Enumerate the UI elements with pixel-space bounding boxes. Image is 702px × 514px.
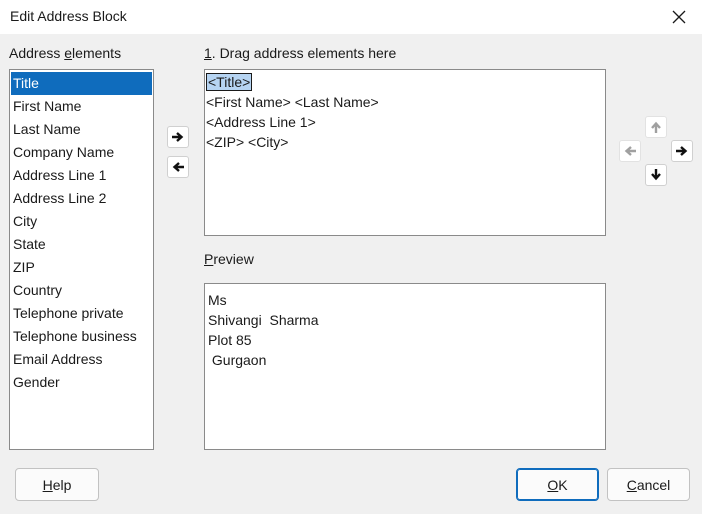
preview-label: Preview xyxy=(204,251,254,267)
preview-line-1: Ms xyxy=(208,292,227,308)
ok-button[interactable]: OK xyxy=(516,468,599,501)
arrow-right-icon xyxy=(172,132,184,142)
help-button[interactable]: Help xyxy=(15,468,99,501)
move-right-button[interactable] xyxy=(671,140,693,162)
ok-button-rest: K xyxy=(558,476,568,493)
address-line-3[interactable]: <Address Line 1> xyxy=(206,112,604,132)
preview-line-2: Shivangi Sharma xyxy=(208,312,319,328)
address-line-4[interactable]: <ZIP> <City> xyxy=(206,132,604,152)
arrow-down-icon xyxy=(651,169,661,181)
list-item-company-name[interactable]: Company Name xyxy=(11,141,152,164)
list-item-telephone-business[interactable]: Telephone business xyxy=(11,325,152,348)
move-up-button[interactable] xyxy=(645,116,667,138)
ok-button-accel: O xyxy=(547,476,559,493)
list-item-address-line-2[interactable]: Address Line 2 xyxy=(11,187,152,210)
close-button[interactable] xyxy=(656,0,702,34)
list-item-gender[interactable]: Gender xyxy=(11,371,152,394)
cancel-button[interactable]: Cancel xyxy=(607,468,690,501)
list-item-address-line-1[interactable]: Address Line 1 xyxy=(11,164,152,187)
close-icon xyxy=(672,10,686,24)
address-line-1: <Title> xyxy=(206,72,604,92)
window-title: Edit Address Block xyxy=(10,8,127,24)
list-item-zip[interactable]: ZIP xyxy=(11,256,152,279)
drag-area-label-accel: 1 xyxy=(204,45,212,61)
help-button-accel: H xyxy=(42,476,53,493)
cancel-button-rest: ancel xyxy=(636,476,671,493)
arrow-left-icon xyxy=(172,162,184,172)
move-left-button[interactable] xyxy=(619,140,641,162)
title-bar: Edit Address Block xyxy=(0,0,702,34)
list-item-country[interactable]: Country xyxy=(11,279,152,302)
preview-box: Ms Shivangi Sharma Plot 85 Gurgaon xyxy=(204,283,606,450)
address-elements-label-accel: e xyxy=(64,45,73,61)
list-item-title[interactable]: Title xyxy=(11,72,152,95)
arrow-left-icon xyxy=(624,146,636,156)
address-elements-list[interactable]: Title First Name Last Name Company Name … xyxy=(9,69,154,450)
preview-label-rest: review xyxy=(213,251,254,267)
list-item-first-name[interactable]: First Name xyxy=(11,95,152,118)
list-item-state[interactable]: State xyxy=(11,233,152,256)
address-line-2[interactable]: <First Name> <Last Name> xyxy=(206,92,604,112)
arrow-up-icon xyxy=(651,121,661,133)
remove-element-button[interactable] xyxy=(167,156,189,178)
address-elements-label: Address elements xyxy=(9,45,121,61)
arrow-right-icon xyxy=(676,146,688,156)
title-token[interactable]: <Title> xyxy=(206,73,253,91)
address-elements-label-prefix: Address xyxy=(9,45,65,61)
move-down-button[interactable] xyxy=(645,164,667,186)
address-block-editor[interactable]: <Title> <First Name> <Last Name> <Addres… xyxy=(204,69,606,236)
list-item-city[interactable]: City xyxy=(11,210,152,233)
list-item-email-address[interactable]: Email Address xyxy=(11,348,152,371)
address-elements-label-rest: lements xyxy=(72,45,122,61)
add-element-button[interactable] xyxy=(167,126,189,148)
drag-area-label-rest: . Drag address elements here xyxy=(211,45,397,61)
list-item-last-name[interactable]: Last Name xyxy=(11,118,152,141)
help-button-rest: elp xyxy=(52,476,72,493)
preview-line-3: Plot 85 xyxy=(208,332,252,348)
drag-area-label: 1. Drag address elements here xyxy=(204,45,396,61)
list-item-telephone-private[interactable]: Telephone private xyxy=(11,302,152,325)
preview-label-accel: P xyxy=(204,251,214,267)
cancel-button-accel: C xyxy=(626,476,637,493)
preview-line-4: Gurgaon xyxy=(208,352,267,368)
